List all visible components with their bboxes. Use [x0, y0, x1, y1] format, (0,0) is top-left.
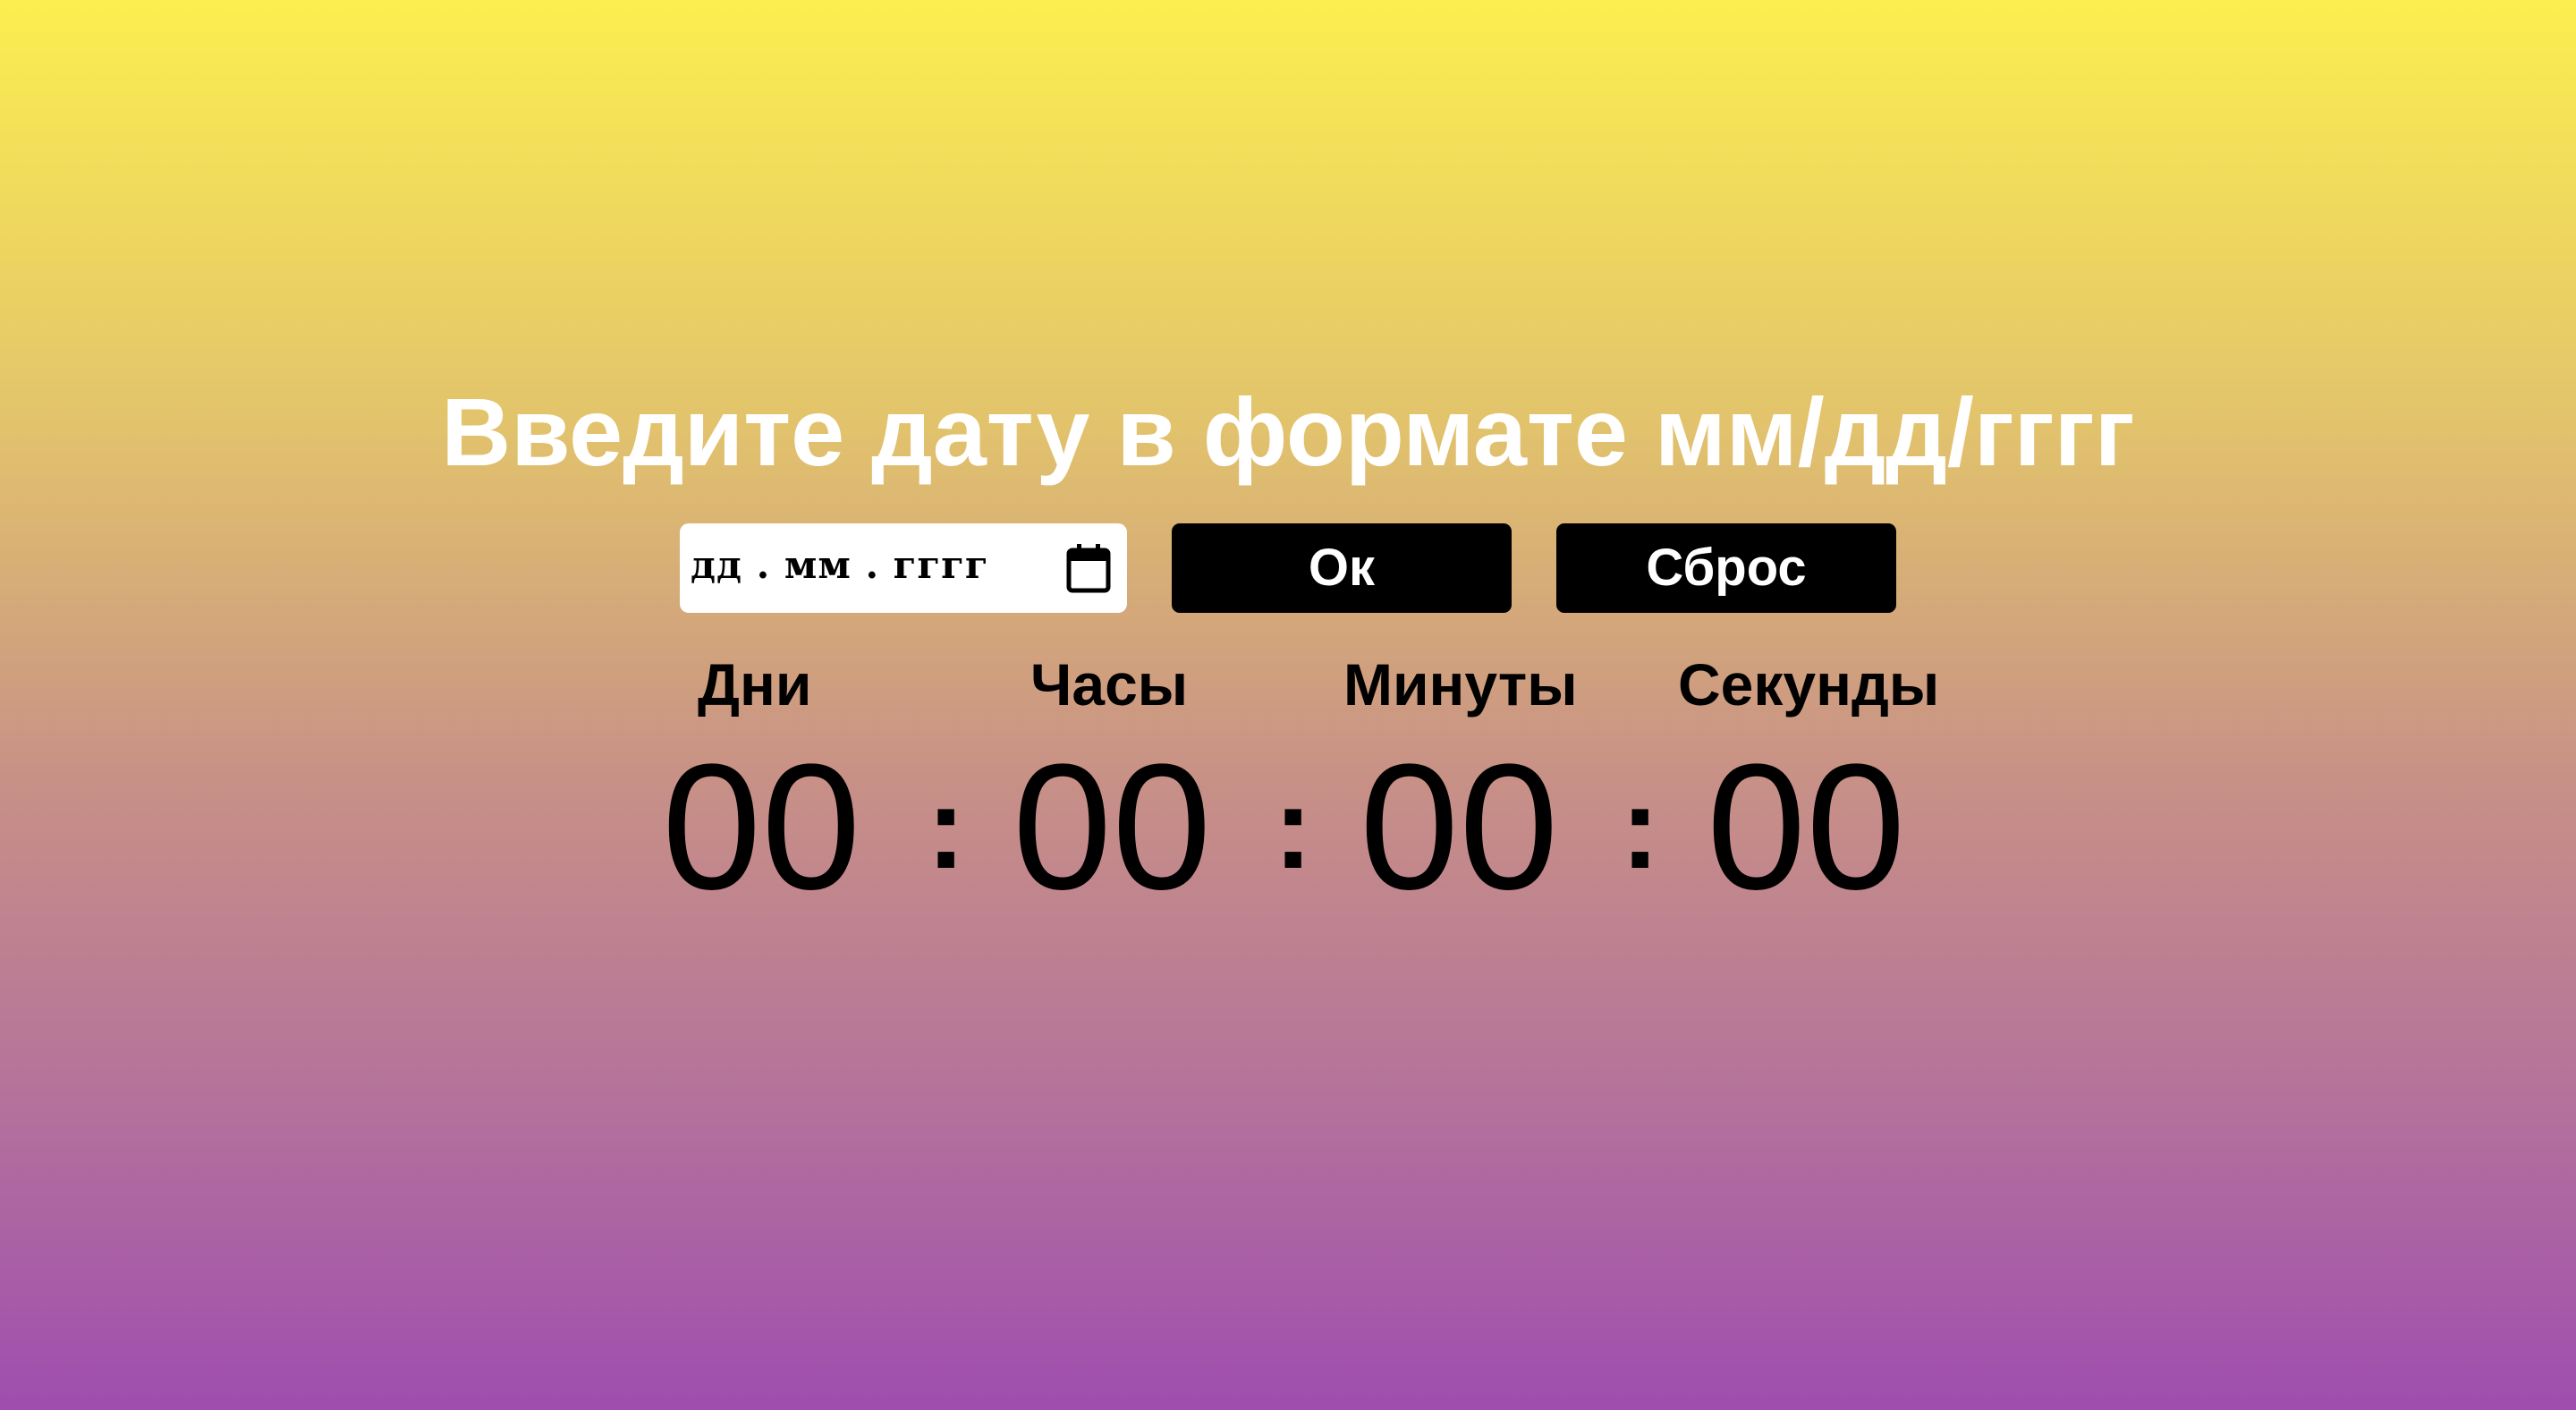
separator: : [1621, 762, 1660, 893]
minutes-value: 00 [1360, 727, 1559, 927]
reset-button[interactable]: Сброс [1556, 523, 1896, 613]
days-value: 00 [662, 727, 861, 927]
separator: : [1274, 762, 1313, 893]
calendar-icon[interactable] [1066, 543, 1111, 593]
date-input[interactable]: дд . мм . гггг [680, 523, 1127, 613]
date-input-placeholder: дд . мм . гггг [691, 543, 989, 587]
minutes-label: Минуты [1343, 651, 1578, 718]
seconds-label: Секунды [1678, 651, 1940, 718]
hours-value: 00 [1013, 727, 1212, 927]
days-label: Дни [698, 651, 812, 718]
seconds-value: 00 [1707, 727, 1906, 927]
page-title: Введите дату в формате мм/дд/гггг [441, 378, 2135, 486]
hours-label: Часы [1030, 651, 1189, 718]
ok-button[interactable]: Ок [1172, 523, 1512, 613]
separator: : [927, 762, 966, 893]
